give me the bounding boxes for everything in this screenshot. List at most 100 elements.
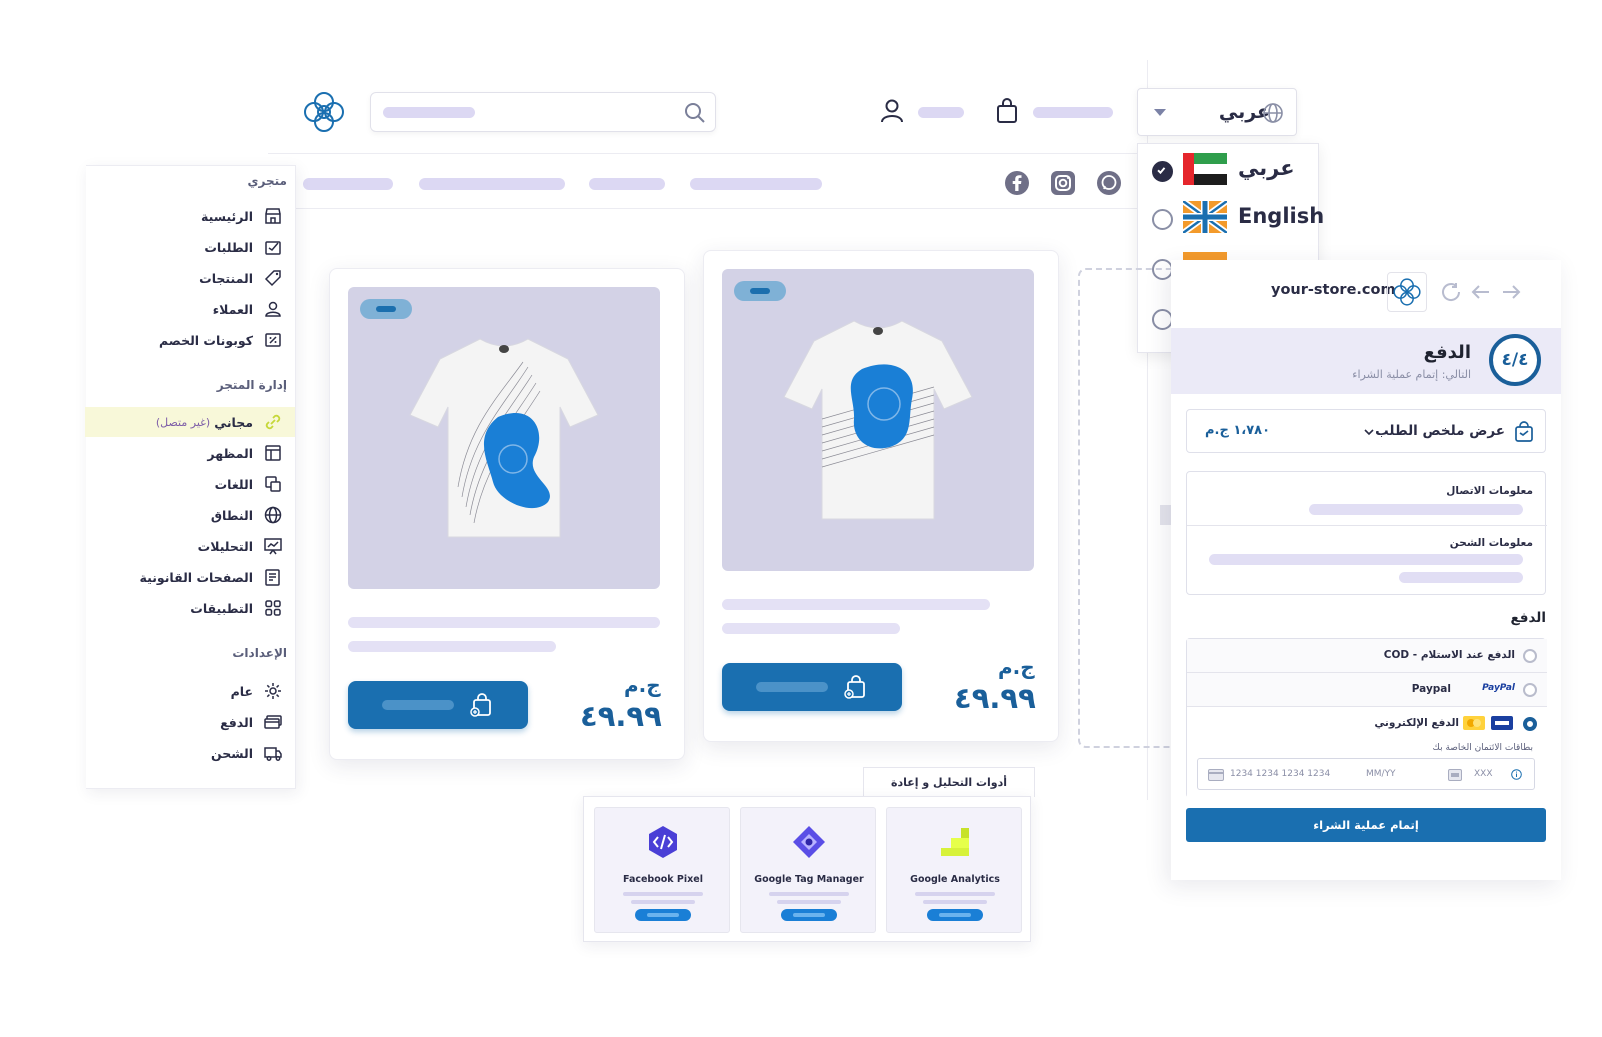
tool-card-facebook-pixel[interactable]: Facebook Pixel xyxy=(594,807,730,933)
language-option-english[interactable]: English xyxy=(1138,194,1324,244)
nav-link[interactable] xyxy=(589,178,665,190)
sidebar-item-plan[interactable]: مجاني (غير متصل) xyxy=(85,407,295,437)
checkout-panel: your-store.com ٤/٤ الدفع التالي: إتمام ع… xyxy=(1171,260,1561,880)
whatsapp-icon[interactable] xyxy=(1096,170,1122,196)
order-summary-toggle[interactable]: عرض ملخص الطلب ١،٧٨٠ ج.م xyxy=(1186,409,1546,453)
complete-purchase-button[interactable]: إتمام عملية الشراء xyxy=(1186,808,1546,842)
product-image[interactable] xyxy=(348,287,660,589)
shipping-info-placeholder xyxy=(1209,554,1523,565)
sidebar-item-home[interactable]: الرئيسية xyxy=(93,204,283,228)
facebook-icon[interactable] xyxy=(1004,170,1030,196)
shopping-bag-icon xyxy=(1515,421,1533,442)
radio-checked-icon[interactable] xyxy=(1152,161,1173,182)
product-card[interactable]: ج.م ٤٩.٩٩ xyxy=(703,250,1059,742)
sidebar-item-appearance[interactable]: المظهر xyxy=(93,441,283,465)
truck-icon xyxy=(264,747,282,761)
nav-link[interactable] xyxy=(690,178,822,190)
card-cvc-placeholder[interactable]: XXX xyxy=(1474,769,1493,779)
sidebar-label: الطلبات xyxy=(204,239,253,255)
sidebar-section-settings: الإعدادات xyxy=(232,646,287,660)
instagram-icon[interactable] xyxy=(1050,170,1076,196)
language-option-arabic[interactable]: عربي xyxy=(1138,144,1320,194)
sidebar-item-domain[interactable]: النطاق xyxy=(93,503,283,527)
arrow-right-icon[interactable] xyxy=(1499,280,1523,304)
sidebar-item-orders[interactable]: الطلبات xyxy=(93,235,283,259)
sidebar-item-customers[interactable]: العملاء xyxy=(93,297,283,321)
payment-option-paypal[interactable]: Paypal PayPal xyxy=(1187,673,1547,707)
sidebar-item-analytics[interactable]: التحليلات xyxy=(93,534,283,558)
sidebar-label: كوبونات الخصم xyxy=(158,332,253,348)
product-currency: ج.م xyxy=(998,655,1035,679)
card-number-placeholder[interactable]: 1234 1234 1234 1234 xyxy=(1230,769,1330,779)
product-badge xyxy=(360,299,412,319)
sidebar-item-languages[interactable]: اللغات xyxy=(93,472,283,496)
payment-option-label: الدفع الإلكتروني xyxy=(1374,717,1459,729)
search-icon[interactable] xyxy=(683,101,707,125)
product-image[interactable] xyxy=(722,269,1034,571)
sidebar-item-products[interactable]: المنتجات xyxy=(93,266,283,290)
product-price: ٤٩.٩٩ xyxy=(580,699,662,733)
tool-card-google-analytics[interactable]: Google Analytics xyxy=(886,807,1022,933)
globe-icon xyxy=(264,506,282,524)
tool-connect-button[interactable] xyxy=(781,909,837,921)
reload-icon[interactable] xyxy=(1439,280,1463,304)
sidebar-item-coupons[interactable]: كوبونات الخصم xyxy=(93,328,283,352)
sidebar-item-general[interactable]: عام xyxy=(93,679,283,703)
add-to-cart-button[interactable] xyxy=(722,663,902,711)
store-logo-icon[interactable] xyxy=(300,88,348,136)
step-subtitle: التالي: إتمام عملية الشراء xyxy=(1352,368,1471,381)
radio-selected-icon[interactable] xyxy=(1523,717,1537,731)
card-icon xyxy=(1208,769,1224,781)
sidebar-section-store: متجري xyxy=(247,174,287,188)
radio-icon[interactable] xyxy=(1523,649,1537,663)
sidebar-item-apps[interactable]: التطبيقات xyxy=(93,596,283,620)
tool-connect-button[interactable] xyxy=(927,909,983,921)
tool-name: Google Tag Manager xyxy=(754,874,864,885)
account-placeholder xyxy=(918,107,964,118)
card-input-field[interactable]: 1234 1234 1234 1234 MM/YY XXX xyxy=(1197,758,1535,790)
card-expiry-placeholder[interactable]: MM/YY xyxy=(1366,769,1396,779)
sidebar-item-legal[interactable]: الصفحات القانونية xyxy=(93,565,283,589)
step-title: الدفع xyxy=(1423,342,1471,363)
radio-icon[interactable] xyxy=(1523,683,1537,697)
search-input[interactable] xyxy=(370,92,716,132)
payment-option-cod[interactable]: COD - الدفع عند الاستلام xyxy=(1187,639,1547,673)
info-icon[interactable] xyxy=(1511,769,1522,780)
tools-tab[interactable]: أدوات التحليل و إعادة الاستهداف xyxy=(863,767,1035,819)
shopping-bag-icon[interactable] xyxy=(993,97,1021,125)
add-to-bag-icon xyxy=(844,675,865,699)
sidebar-item-shipping[interactable]: الشحن xyxy=(93,741,283,765)
store-url[interactable]: your-store.com xyxy=(1271,282,1396,298)
tool-desc-placeholder xyxy=(769,892,849,896)
product-title-placeholder xyxy=(348,641,556,652)
tag-manager-icon xyxy=(793,826,825,858)
divider xyxy=(268,208,1148,209)
chevron-down-icon xyxy=(1154,109,1166,116)
tool-desc-placeholder xyxy=(915,892,995,896)
sidebar-label: التحليلات xyxy=(197,538,253,554)
tag-icon xyxy=(264,270,281,287)
arrow-left-icon[interactable] xyxy=(1469,280,1493,304)
tool-name: Google Analytics xyxy=(910,874,1000,885)
divider xyxy=(1187,525,1547,526)
presentation-chart-icon xyxy=(264,538,282,555)
nav-link[interactable] xyxy=(303,178,393,190)
radio-icon[interactable] xyxy=(1152,209,1173,230)
nav-link[interactable] xyxy=(419,178,565,190)
user-icon[interactable] xyxy=(878,97,906,125)
language-select[interactable]: عربي xyxy=(1137,88,1297,136)
tool-connect-button[interactable] xyxy=(635,909,691,921)
add-to-cart-button[interactable] xyxy=(348,681,528,729)
store-logo-icon xyxy=(1387,272,1427,312)
add-to-bag-icon xyxy=(470,693,491,717)
card-brands-icon xyxy=(1463,716,1513,730)
product-price: ٤٩.٩٩ xyxy=(954,681,1036,715)
sidebar-item-payment[interactable]: الدفع xyxy=(93,710,283,734)
translate-icon xyxy=(265,476,281,492)
coupon-icon xyxy=(265,333,281,347)
globe-icon xyxy=(1263,103,1283,123)
product-card[interactable]: ج.م ٤٩.٩٩ xyxy=(329,268,685,760)
plan-status: (غير متصل) xyxy=(155,415,211,429)
code-icon xyxy=(649,826,677,858)
tool-card-google-tag-manager[interactable]: Google Tag Manager xyxy=(740,807,876,933)
